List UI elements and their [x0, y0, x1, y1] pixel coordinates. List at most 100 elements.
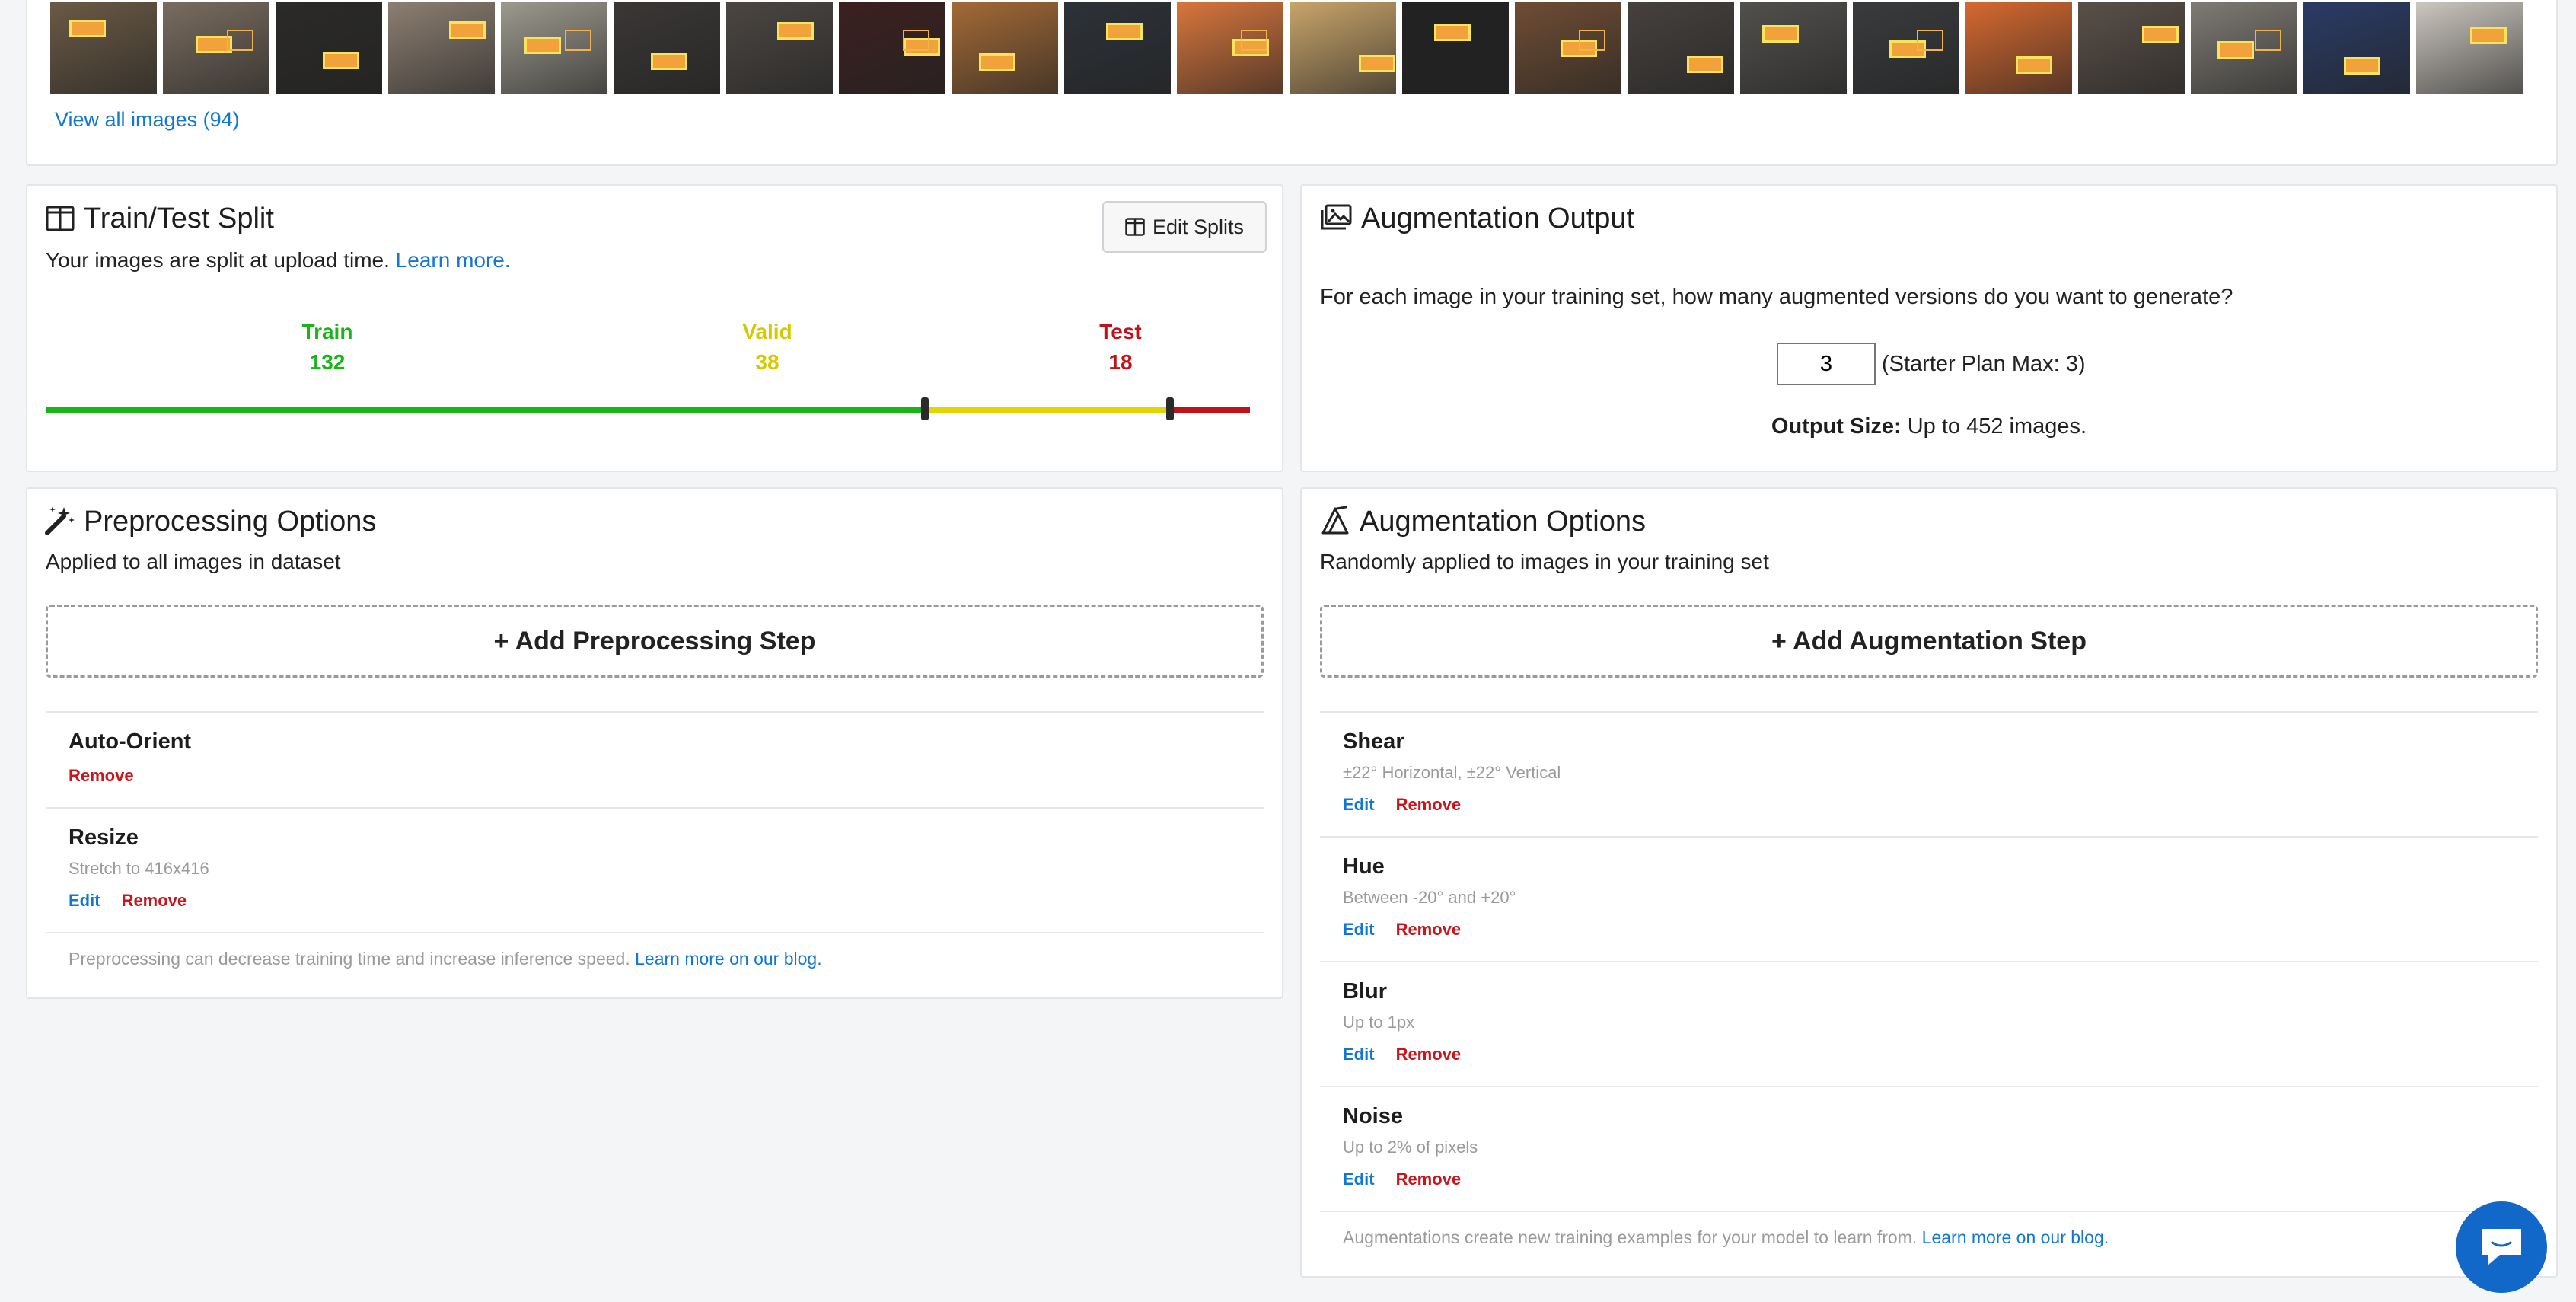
annotation-box	[227, 29, 253, 51]
step-name: Hue	[1343, 854, 1385, 879]
image-thumbnail[interactable]	[2078, 2, 2185, 94]
image-thumbnail[interactable]	[2416, 2, 2523, 94]
preprocessing-note: Preprocessing can decrease training time…	[69, 949, 822, 969]
preprocessing-blog-link[interactable]: Learn more on our blog.	[635, 949, 822, 969]
annotation-box	[1434, 24, 1471, 42]
edit-splits-button[interactable]: Edit Splits	[1102, 201, 1267, 253]
augmentation-flask-icon	[1321, 506, 1349, 535]
step-actions: Edit Remove	[1343, 795, 1461, 815]
split-columns-icon	[46, 206, 75, 231]
output-size: Output Size: Up to 452 images.	[1302, 414, 2556, 439]
remove-step-link[interactable]: Remove	[1396, 795, 1462, 815]
preprocessing-step-resize: Resize Stretch to 416x416 Edit Remove	[46, 807, 1264, 933]
chat-launcher-button[interactable]	[2456, 1201, 2547, 1293]
test-bar	[1171, 407, 1250, 413]
image-thumbnail[interactable]	[726, 2, 833, 94]
view-all-images-link[interactable]: View all images (94)	[55, 108, 240, 132]
edit-step-link[interactable]: Edit	[1343, 795, 1375, 815]
image-thumbnail[interactable]	[1515, 2, 1621, 94]
image-thumbnail[interactable]	[1853, 2, 1959, 94]
step-name: Noise	[1343, 1104, 1403, 1128]
split-learn-more-link[interactable]: Learn more.	[396, 248, 511, 272]
train-test-split-card: Train/Test Split Your images are split a…	[26, 184, 1283, 472]
image-thumbnail[interactable]	[1402, 2, 1509, 94]
valid-test-split-handle[interactable]	[1166, 397, 1174, 420]
step-name: Resize	[69, 825, 139, 850]
image-thumbnail[interactable]	[2303, 2, 2410, 94]
train-bar	[46, 407, 926, 413]
edit-step-link[interactable]: Edit	[1343, 1045, 1375, 1064]
image-thumbnail[interactable]	[839, 2, 945, 94]
augmentation-step-shear: Shear ±22° Horizontal, ±22° Vertical Edi…	[1320, 711, 2538, 838]
images-stack-icon	[1321, 204, 1352, 230]
image-thumbnail[interactable]	[388, 2, 495, 94]
image-thumbnail[interactable]	[1177, 2, 1283, 94]
augmentation-step-blur: Blur Up to 1px Edit Remove	[1320, 961, 2538, 1087]
remove-step-link[interactable]: Remove	[69, 766, 134, 786]
annotation-box	[448, 21, 486, 39]
augmented-versions-input[interactable]	[1777, 343, 1876, 385]
image-thumbnail[interactable]	[1064, 2, 1171, 94]
split-title: Train/Test Split	[84, 203, 274, 235]
augmentation-output-card: Augmentation Output For each image in yo…	[1300, 184, 2558, 472]
annotation-box	[777, 21, 815, 40]
remove-step-link[interactable]: Remove	[1396, 920, 1462, 940]
step-actions: Edit Remove	[1343, 920, 1461, 940]
image-thumbnail[interactable]	[952, 2, 1058, 94]
valid-count: 38	[755, 350, 779, 374]
remove-step-link[interactable]: Remove	[122, 891, 187, 911]
thumbnail-strip	[50, 2, 2523, 94]
augmentation-subtitle: Randomly applied to images in your train…	[1320, 550, 1769, 573]
step-description: Up to 2% of pixels	[1343, 1138, 1478, 1157]
image-thumbnail[interactable]	[1740, 2, 1847, 94]
train-label: Train	[301, 320, 353, 343]
annotation-box	[1105, 23, 1143, 41]
image-thumbnail[interactable]	[614, 2, 720, 94]
step-actions: Remove	[69, 766, 134, 786]
step-description: ±22° Horizontal, ±22° Vertical	[1343, 763, 1561, 782]
augmentation-blog-link[interactable]: Learn more on our blog.	[1922, 1227, 2109, 1247]
annotation-box	[2255, 29, 2281, 51]
add-preprocessing-step-button[interactable]: + Add Preprocessing Step	[46, 605, 1264, 678]
annotation-box	[69, 20, 107, 38]
image-thumbnail[interactable]	[50, 2, 157, 94]
train-count: 132	[309, 350, 346, 374]
image-thumbnail[interactable]	[501, 2, 607, 94]
step-name: Blur	[1343, 979, 1387, 1004]
preprocessing-step-auto-orient: Auto-Orient Remove	[46, 711, 1264, 809]
image-thumbnail[interactable]	[1965, 2, 2072, 94]
edit-step-link[interactable]: Edit	[1343, 1170, 1375, 1189]
annotation-box	[2344, 57, 2381, 75]
image-thumbnail[interactable]	[163, 2, 269, 94]
edit-splits-label: Edit Splits	[1152, 215, 1245, 238]
annotation-box	[1762, 24, 1800, 43]
augmentation-options-card: Augmentation Options Randomly applied to…	[1300, 487, 2558, 1278]
magic-wand-icon	[45, 506, 75, 535]
remove-step-link[interactable]: Remove	[1396, 1170, 1462, 1189]
augmentation-note: Augmentations create new training exampl…	[1343, 1227, 2109, 1248]
annotation-box	[524, 37, 561, 55]
output-size-label: Output Size:	[1771, 414, 1902, 439]
add-augmentation-step-button[interactable]: + Add Augmentation Step	[1320, 605, 2538, 678]
image-thumbnail[interactable]	[1290, 2, 1396, 94]
train-valid-split-handle[interactable]	[921, 397, 929, 420]
preprocessing-subtitle: Applied to all images in dataset	[46, 550, 341, 573]
annotation-box	[2470, 26, 2507, 45]
annotation-box	[1579, 29, 1605, 51]
annotation-box	[565, 29, 591, 51]
preprocessing-note-text: Preprocessing can decrease training time…	[69, 949, 630, 969]
augmentation-note-text: Augmentations create new training exampl…	[1343, 1227, 1918, 1247]
edit-step-link[interactable]: Edit	[1343, 920, 1375, 940]
image-thumbnail[interactable]	[276, 2, 382, 94]
step-description: Between -20° and +20°	[1343, 888, 1516, 907]
image-thumbnail[interactable]	[1628, 2, 1734, 94]
chat-icon	[2482, 1229, 2521, 1265]
augmentation-question: For each image in your training set, how…	[1320, 285, 2233, 309]
annotation-box	[1359, 54, 1395, 72]
annotation-box	[1917, 29, 1943, 51]
image-thumbnail[interactable]	[2191, 2, 2297, 94]
image-gallery-card: View all images (94)	[26, 0, 2558, 166]
edit-step-link[interactable]: Edit	[69, 891, 100, 911]
remove-step-link[interactable]: Remove	[1396, 1045, 1462, 1064]
augmentation-step-hue: Hue Between -20° and +20° Edit Remove	[1320, 836, 2538, 962]
